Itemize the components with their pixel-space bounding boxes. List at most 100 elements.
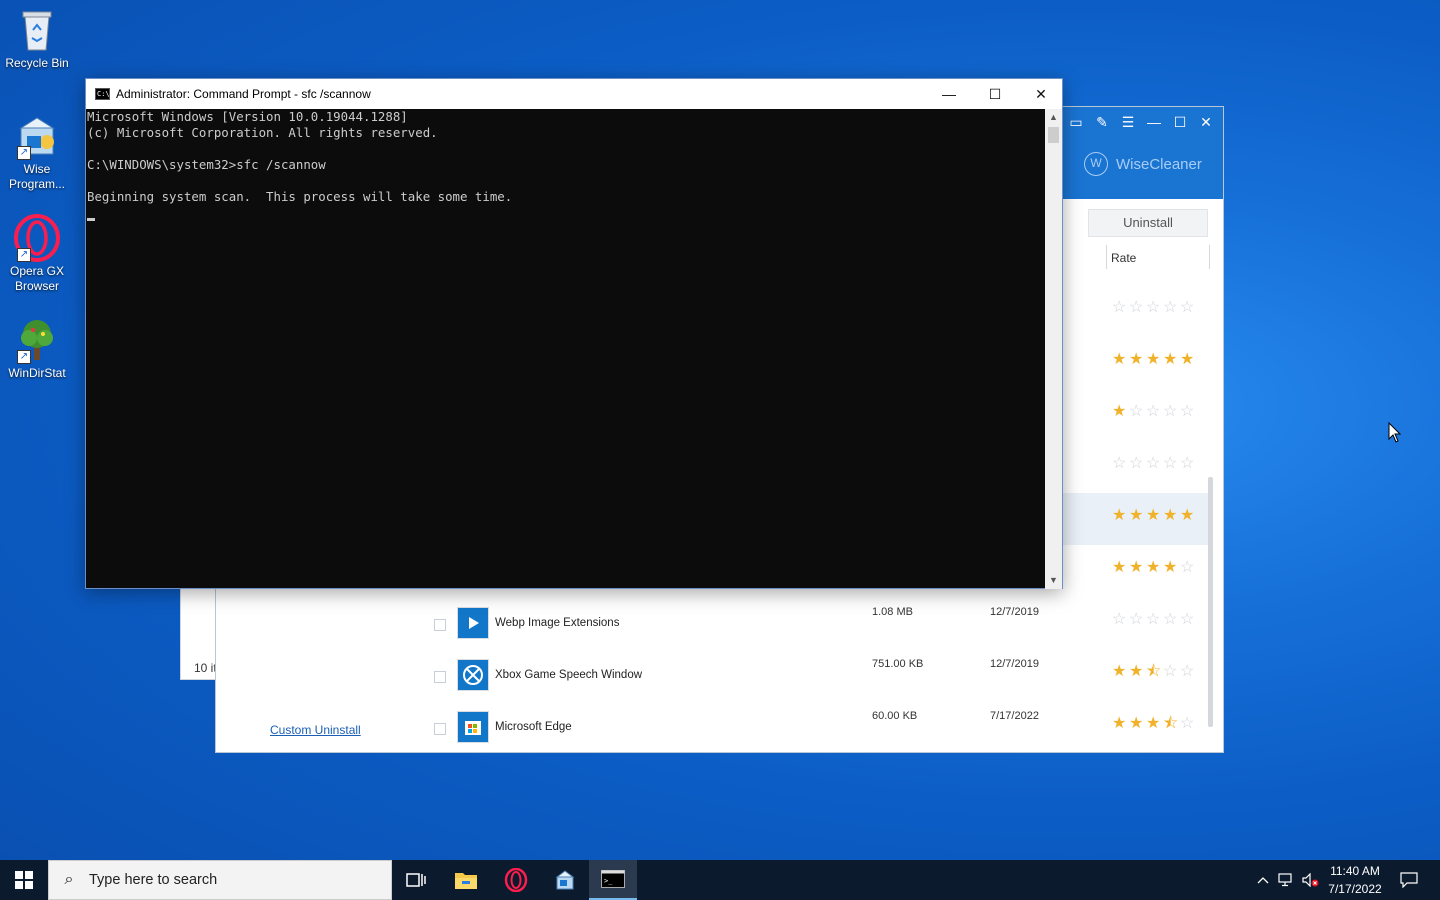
star-icon: ★ [1146,715,1161,732]
taskbar-clock[interactable]: 11:40 AM 7/17/2022 [1318,862,1392,898]
close-button[interactable]: ✕ [1018,79,1064,109]
console-line: Microsoft Windows [Version 10.0.19044.12… [87,109,408,124]
desktop-icon-recycle-bin[interactable]: Recycle Bin [4,6,70,71]
search-input[interactable] [89,872,379,888]
network-icon[interactable] [1276,860,1298,900]
command-prompt-window[interactable]: C:\ Administrator: Command Prompt - sfc … [85,78,1063,589]
text-cursor [87,218,95,221]
cmd-console-output[interactable]: Microsoft Windows [Version 10.0.19044.12… [86,109,1046,589]
file-explorer-icon[interactable] [442,860,490,900]
star-icon: ☆ [1146,299,1161,316]
chevron-up-icon[interactable] [1252,860,1274,900]
wise-program-uninstaller-taskbar-icon[interactable] [541,860,589,900]
command-prompt-taskbar-icon[interactable]: >_ [589,860,637,900]
minimize-button[interactable]: — [1145,113,1163,131]
star-icon: ★ [1129,715,1144,732]
star-icon: ☆ [1180,611,1195,628]
rate-column-header[interactable]: Rate [1106,245,1210,269]
star-icon: ☆ [1180,455,1195,472]
edit-icon[interactable]: ✎ [1093,113,1111,131]
minimize-button[interactable]: — [926,79,972,109]
desktop-icon-wise-program[interactable]: ↗ Wise Program... [4,112,70,192]
scroll-up-icon[interactable]: ▲ [1045,109,1062,126]
windirstat-icon: ↗ [13,316,61,364]
desktop-icon-windirstat[interactable]: ↗ WinDirStat [4,316,70,381]
star-icon: ★ [1112,403,1127,420]
custom-uninstall-link[interactable]: Custom Uninstall [270,723,361,737]
cmd-title-bar[interactable]: C:\ Administrator: Command Prompt - sfc … [86,79,1062,109]
command-prompt-icon: C:\ [95,88,110,100]
taskbar-search-box[interactable]: ⌕ [48,860,392,900]
wise-window-controls: ▭ ✎ ☰ — ☐ ✕ [1067,113,1215,131]
star-icon: ★ [1112,351,1127,368]
mouse-pointer-icon [1388,421,1402,449]
star-icon: ★ [1112,715,1127,732]
row-checkbox[interactable] [434,723,446,735]
star-icon: ☆ [1129,403,1144,420]
star-icon: ☆ [1112,299,1127,316]
star-icon: ★ [1163,559,1178,576]
xbox-icon [457,659,489,691]
cmd-scrollbar[interactable]: ▲ ▼ [1045,109,1062,589]
console-line: C:\WINDOWS\system32>sfc /scannow [87,157,326,172]
close-button[interactable]: ✕ [1197,113,1215,131]
svg-text:>_: >_ [604,877,613,885]
star-icon: ☆ [1112,455,1127,472]
rating-stars: ★ ★ ⯪ ☆ ☆ [1112,664,1196,680]
action-center-icon[interactable] [1392,860,1426,900]
row-checkbox[interactable] [434,619,446,631]
rating-stars: ☆ ☆ ☆ ☆ ☆ [1112,612,1196,628]
menu-icon[interactable]: ☰ [1119,113,1137,131]
table-row[interactable]: Webp Image Extensions 1.08 MB 12/7/2019 … [406,597,1210,649]
search-icon: ⌕ [64,871,74,888]
recycle-bin-icon [13,6,61,54]
task-view-icon[interactable] [392,860,440,900]
star-icon: ☆ [1180,403,1195,420]
star-icon: ★ [1129,559,1144,576]
star-icon: ★ [1129,351,1144,368]
items-count-label: 10 it [194,661,217,675]
clock-time: 11:40 AM [1330,864,1380,878]
star-icon: ★ [1112,559,1127,576]
feedback-icon[interactable]: ▭ [1067,113,1085,131]
desktop-icon-opera-gx[interactable]: ↗ Opera GX Browser [4,214,70,294]
desktop-icon-label: Recycle Bin [5,56,69,70]
star-icon: ☆ [1129,299,1144,316]
rating-stars: ★ ★ ★ ⯪ ☆ [1112,716,1196,732]
star-icon: ☆ [1163,611,1178,628]
wise-scrollbar[interactable] [1208,477,1213,727]
app-install-date: 7/17/2022 [990,710,1039,722]
table-row[interactable]: Xbox Game Speech Window 751.00 KB 12/7/2… [406,649,1210,701]
table-row[interactable]: Microsoft Edge 60.00 KB 7/17/2022 ★ ★ ★ ⯪ ☆ [406,701,1210,753]
shortcut-arrow-icon: ↗ [17,350,31,364]
wisecleaner-logo-icon: W [1084,152,1108,176]
row-checkbox[interactable] [434,671,446,683]
desktop-icon-label: Opera GX Browser [9,264,65,293]
scroll-thumb[interactable] [1048,127,1059,143]
star-icon: ☆ [1180,299,1195,316]
star-icon: ☆ [1146,455,1161,472]
star-icon: ☆ [1180,663,1195,680]
shortcut-arrow-icon: ↗ [17,248,31,262]
maximize-button[interactable]: ☐ [1171,113,1189,131]
maximize-button[interactable]: ☐ [972,79,1018,109]
rating-stars: ★ ☆ ☆ ☆ ☆ [1112,404,1196,420]
star-icon: ★ [1180,351,1195,368]
start-button[interactable] [0,860,48,900]
scroll-down-icon[interactable]: ▼ [1045,572,1062,589]
wise-brand[interactable]: W WiseCleaner [1084,152,1202,176]
cmd-window-title: Administrator: Command Prompt - sfc /sca… [116,87,371,101]
star-icon: ☆ [1163,663,1178,680]
opera-gx-taskbar-icon[interactable] [492,860,540,900]
rating-stars: ☆ ☆ ☆ ☆ ☆ [1112,456,1196,472]
app-name: Xbox Game Speech Window [495,669,643,681]
opera-gx-icon: ↗ [13,214,61,262]
star-icon: ☆ [1146,403,1161,420]
rating-stars: ★ ★ ★ ★ ★ [1112,508,1196,524]
app-install-date: 12/7/2019 [990,658,1039,670]
webp-extension-icon [457,607,489,639]
star-icon: ☆ [1146,611,1161,628]
uninstall-button[interactable]: Uninstall [1088,209,1208,237]
star-icon: ★ [1163,507,1178,524]
